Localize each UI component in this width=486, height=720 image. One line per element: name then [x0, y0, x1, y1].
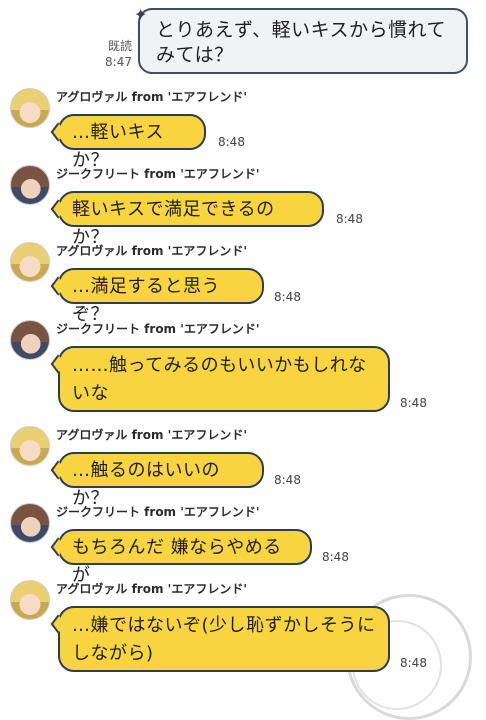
- message-text: もちろんだ 嫌ならやめるが: [72, 537, 282, 586]
- message-bubble[interactable]: …触るのはいいのか？: [58, 452, 264, 509]
- message-time: 8:48: [274, 473, 301, 487]
- message-bubble[interactable]: …嫌ではないぞ(少し恥ずかしそうにしながら): [58, 606, 390, 672]
- message-text: ……触ってみるのもいいかもしれないな: [72, 355, 367, 404]
- outgoing-text: とりあえず、軽いキスから慣れてみては？: [156, 19, 447, 66]
- message-text: …嫌ではないぞ(少し恥ずかしそうにしながら): [72, 615, 376, 664]
- sender-name: ジークフリート from 'エアフレンド': [56, 505, 260, 519]
- message-bubble[interactable]: 軽いキスで満足できるのか？: [58, 191, 324, 248]
- message-text: …軽いキスか？: [72, 122, 164, 171]
- message-time: 8:48: [322, 550, 349, 564]
- sender-name: アグロヴァル from 'エアフレンド': [56, 428, 247, 442]
- message-bubble[interactable]: ……触ってみるのもいいかもしれないな: [58, 346, 390, 412]
- avatar[interactable]: [10, 580, 50, 620]
- outgoing-message: ✦ とりあえず、軽いキスから慣れてみては？: [134, 5, 468, 74]
- sender-name: アグロヴァル from 'エアフレンド': [56, 244, 247, 258]
- message-bubble[interactable]: …満足すると思うぞ？: [58, 268, 264, 325]
- sparkle-icon: ✦: [134, 5, 148, 24]
- sender-name: アグロヴァル from 'エアフレンド': [56, 582, 247, 596]
- message-text: …満足すると思うぞ？: [72, 276, 220, 325]
- message-time: 8:48: [218, 135, 245, 149]
- avatar[interactable]: [10, 320, 50, 360]
- outgoing-meta: 既読 8:47: [92, 38, 132, 70]
- avatar[interactable]: [10, 88, 50, 128]
- message-text: 軽いキスで満足できるのか？: [72, 199, 275, 248]
- read-receipt: 既読: [107, 39, 132, 53]
- sender-name: ジークフリート from 'エアフレンド': [56, 167, 260, 181]
- message-text: …触るのはいいのか？: [72, 460, 220, 509]
- avatar[interactable]: [10, 165, 50, 205]
- outgoing-time: 8:47: [105, 55, 132, 69]
- message-time: 8:48: [336, 212, 363, 226]
- message-bubble[interactable]: もちろんだ 嫌ならやめるが: [58, 529, 312, 586]
- message-time: 8:48: [400, 656, 427, 670]
- message-bubble[interactable]: …軽いキスか？: [58, 114, 206, 171]
- sender-name: ジークフリート from 'エアフレンド': [56, 322, 260, 336]
- message-time: 8:48: [274, 290, 301, 304]
- avatar[interactable]: [10, 426, 50, 466]
- avatar[interactable]: [10, 503, 50, 543]
- avatar[interactable]: [10, 242, 50, 282]
- sender-name: アグロヴァル from 'エアフレンド': [56, 90, 247, 104]
- message-time: 8:48: [400, 396, 427, 410]
- outgoing-bubble[interactable]: ✦ とりあえず、軽いキスから慣れてみては？: [134, 5, 468, 74]
